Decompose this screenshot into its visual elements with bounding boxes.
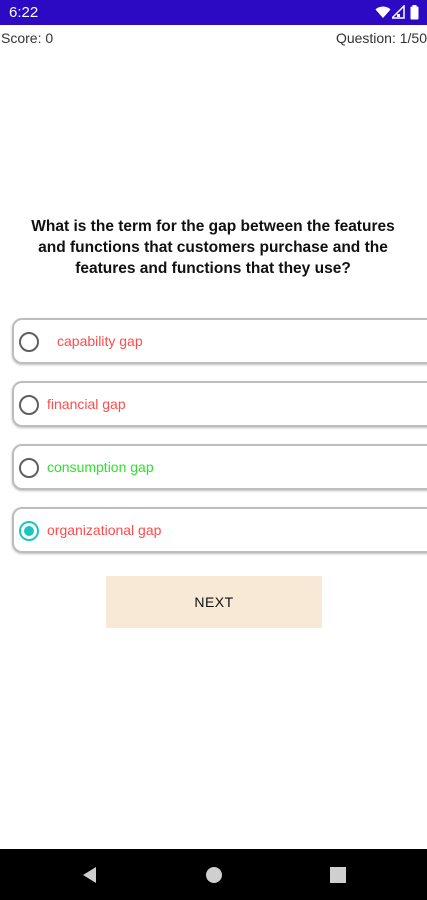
radio-button[interactable]: [19, 395, 39, 415]
status-time: 6:22: [9, 4, 39, 21]
quiz-screen: 6:22 Score: 0 Question: 1/50 What is the…: [0, 0, 427, 900]
option-organizational-gap[interactable]: organizational gap: [12, 507, 427, 553]
signal-icon: [392, 5, 405, 19]
recents-icon[interactable]: [328, 865, 348, 885]
question-text: What is the term for the gap between the…: [31, 218, 395, 277]
wifi-icon: [375, 6, 391, 18]
navigation-bar: [0, 849, 427, 900]
question-count-label: Question: 1/50: [335, 30, 427, 46]
radio-button[interactable]: [19, 458, 39, 478]
back-icon[interactable]: [80, 865, 100, 885]
home-icon[interactable]: [204, 865, 224, 885]
status-bar: 6:22: [0, 0, 427, 25]
option-financial-gap[interactable]: financial gap: [12, 381, 427, 427]
next-button[interactable]: NEXT: [106, 576, 322, 628]
option-label: consumption gap: [47, 459, 154, 475]
radio-button[interactable]: [19, 332, 39, 352]
option-capability-gap[interactable]: capability gap: [12, 318, 427, 364]
option-label: financial gap: [47, 396, 126, 412]
status-icons: [375, 5, 419, 20]
info-row: Score: 0 Question: 1/50: [0, 30, 427, 48]
battery-icon: [410, 5, 419, 20]
score-label: Score: 0: [1, 30, 54, 46]
option-label: organizational gap: [47, 522, 162, 538]
option-label: capability gap: [57, 333, 143, 349]
option-consumption-gap[interactable]: consumption gap: [12, 444, 427, 490]
radio-button-checked[interactable]: [19, 521, 39, 541]
